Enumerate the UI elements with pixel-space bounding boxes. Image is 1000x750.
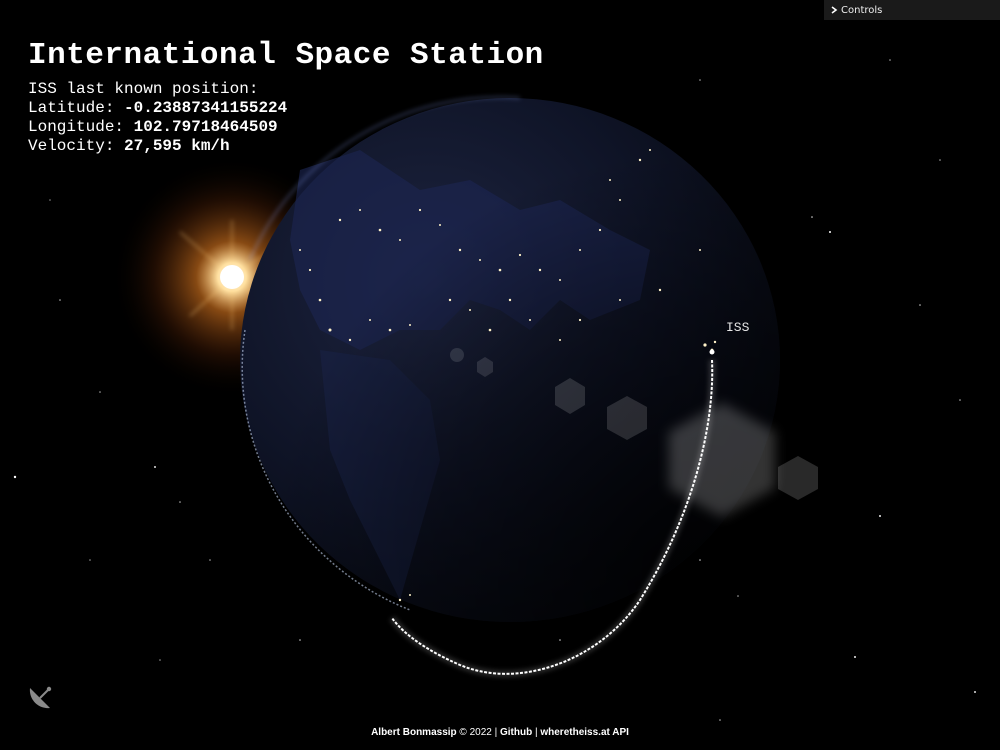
github-link[interactable]: Github bbox=[500, 727, 532, 738]
velocity-value: 27,595 km/h bbox=[124, 137, 230, 155]
iss-info-panel: International Space Station ISS last kno… bbox=[28, 38, 544, 156]
api-link[interactable]: wheretheiss.at API bbox=[540, 727, 629, 738]
longitude-row: Longitude: 102.79718464509 bbox=[28, 118, 544, 137]
iss-marker[interactable] bbox=[709, 349, 715, 355]
controls-toggle[interactable]: Controls bbox=[824, 0, 1000, 20]
footer-copyright: © 2022 | bbox=[456, 727, 500, 738]
latitude-row: Latitude: -0.23887341155224 bbox=[28, 99, 544, 118]
chevron-right-icon bbox=[831, 6, 838, 14]
earth bbox=[240, 96, 780, 622]
page-title: International Space Station bbox=[28, 38, 544, 73]
controls-label: Controls bbox=[841, 4, 883, 16]
sun bbox=[220, 265, 244, 289]
position-heading: ISS last known position: bbox=[28, 80, 259, 98]
velocity-label: Velocity: bbox=[28, 137, 125, 155]
longitude-label: Longitude: bbox=[28, 118, 134, 136]
satellite-dish-icon[interactable] bbox=[26, 682, 56, 712]
velocity-row: Velocity: 27,595 km/h bbox=[28, 137, 544, 156]
footer: Albert Bonmassip © 2022 | Github | where… bbox=[0, 727, 1000, 738]
latitude-value: -0.23887341155224 bbox=[124, 99, 288, 117]
iss-label: ISS bbox=[726, 320, 750, 335]
longitude-value: 102.79718464509 bbox=[133, 118, 278, 136]
latitude-label: Latitude: bbox=[28, 99, 125, 117]
footer-author: Albert Bonmassip bbox=[371, 727, 457, 738]
